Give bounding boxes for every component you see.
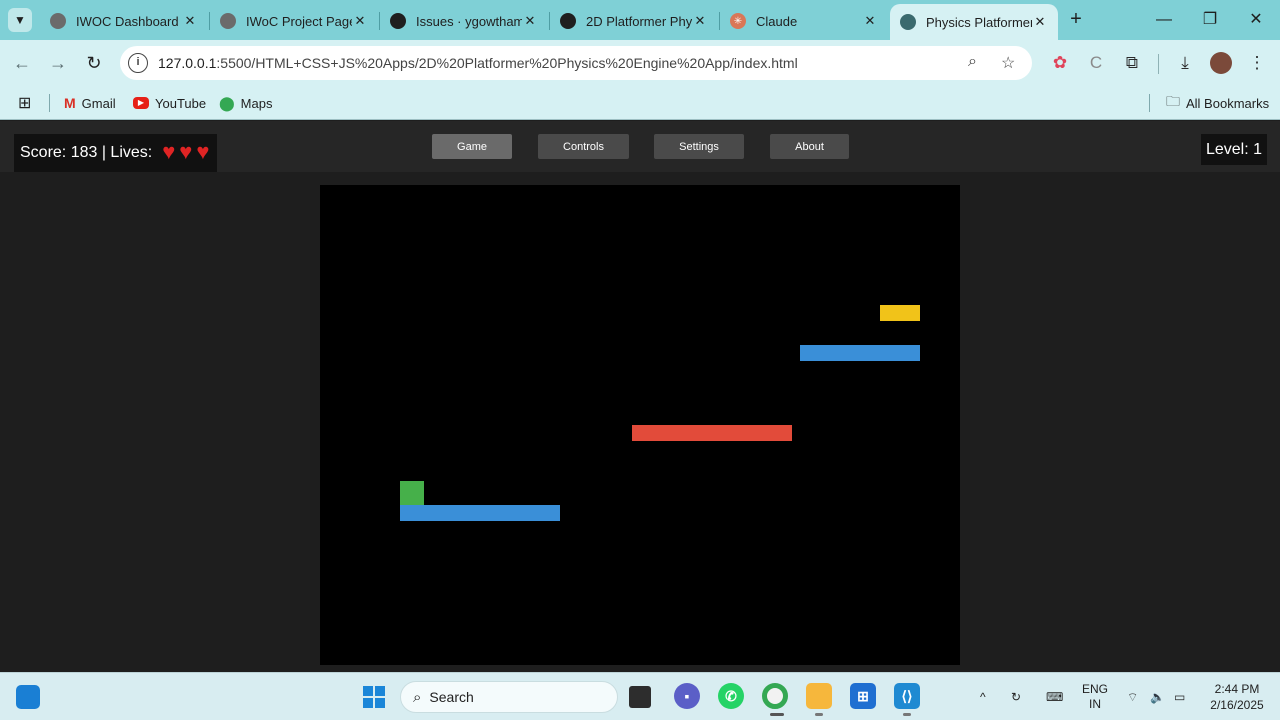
chrome-icon[interactable] bbox=[762, 683, 788, 709]
restore-icon: ❐ bbox=[1202, 11, 1218, 28]
game-header: Score: 183 | Lives: ♥ ♥ ♥ Game Controls Se… bbox=[0, 121, 1280, 172]
reload-icon: ↻ bbox=[86, 53, 102, 73]
plus-icon: + bbox=[1070, 8, 1082, 30]
bookmark-gmail[interactable]: M Gmail bbox=[64, 93, 116, 113]
tray-sync-icon[interactable]: ↻ bbox=[1011, 673, 1021, 720]
ms-store-icon[interactable]: ⊞ bbox=[850, 683, 876, 709]
github-icon bbox=[390, 13, 406, 29]
menu-about-button[interactable]: About bbox=[770, 134, 849, 159]
taskbar-search[interactable]: ⌕ Search bbox=[400, 681, 618, 713]
keyboard-icon[interactable]: ⌨ bbox=[1046, 673, 1063, 720]
windows-logo-icon bbox=[363, 686, 385, 708]
extensions-puzzle-icon[interactable]: ⧉ bbox=[1121, 52, 1143, 74]
globe-icon bbox=[50, 13, 66, 29]
new-tab-button[interactable]: + bbox=[1064, 8, 1088, 32]
zoom-search-icon[interactable]: ⌕ bbox=[968, 53, 977, 71]
teams-icon[interactable]: ▪ bbox=[674, 683, 700, 709]
widgets-icon[interactable] bbox=[16, 685, 40, 709]
address-bar[interactable]: i 127.0.0.1:5500/HTML+CSS+JS%20Apps/2D%2… bbox=[120, 46, 1032, 80]
apps-grid-icon[interactable]: ⊞ bbox=[18, 93, 31, 113]
vscode-icon[interactable]: ⟨⟩ bbox=[894, 683, 920, 709]
claude-icon: ✳ bbox=[730, 13, 746, 29]
language-indicator[interactable]: ENG IN bbox=[1082, 673, 1108, 720]
close-icon: ✕ bbox=[1249, 11, 1263, 28]
menu-game-button[interactable]: Game bbox=[432, 134, 512, 159]
more-menu-icon[interactable]: ⋮ bbox=[1246, 52, 1268, 74]
close-icon[interactable]: ✕ bbox=[182, 13, 198, 29]
back-button[interactable]: ← bbox=[10, 51, 34, 75]
github-icon bbox=[560, 13, 576, 29]
file-explorer-icon[interactable] bbox=[806, 683, 832, 709]
youtube-icon: ▶ bbox=[133, 97, 149, 109]
goal-block bbox=[880, 305, 920, 321]
tab-physics-platformer[interactable]: Physics Platformer ✕ bbox=[890, 4, 1058, 40]
heart-icon: ♥ bbox=[162, 139, 176, 164]
windows-taskbar: ⌕ Search ▪ ✆ ⊞ ⟨⟩ ^ ↻ ⌨ ENG IN ⌔ 🔈 ▭ 2:4… bbox=[0, 672, 1280, 720]
minimize-button[interactable]: — bbox=[1141, 6, 1187, 34]
battery-icon[interactable]: ▭ bbox=[1174, 673, 1185, 720]
platform-upper bbox=[800, 345, 920, 361]
system-clock[interactable]: 2:44 PM 2/16/2025 bbox=[1200, 681, 1274, 713]
wifi-icon[interactable]: ⌔ bbox=[1127, 673, 1138, 720]
task-view-icon[interactable] bbox=[629, 686, 651, 708]
minimize-icon: — bbox=[1156, 11, 1172, 28]
gmail-icon: M bbox=[64, 95, 76, 111]
arrow-left-icon: ← bbox=[13, 53, 31, 73]
url-text[interactable]: 127.0.0.1:5500/HTML+CSS+JS%20Apps/2D%20P… bbox=[158, 55, 798, 71]
bookmark-maps[interactable]: ⬤ Maps bbox=[219, 93, 272, 113]
tray-overflow-icon[interactable]: ^ bbox=[980, 673, 986, 720]
start-button[interactable] bbox=[362, 685, 386, 709]
site-info-icon[interactable]: i bbox=[128, 53, 148, 73]
tab-issues[interactable]: Issues · ygowtham ✕ bbox=[380, 6, 548, 36]
menu-settings-button[interactable]: Settings bbox=[654, 134, 744, 159]
menu-controls-button[interactable]: Controls bbox=[538, 134, 629, 159]
reload-button[interactable]: ↻ bbox=[82, 51, 106, 75]
close-icon[interactable]: ✕ bbox=[352, 13, 368, 29]
platform-start bbox=[400, 505, 560, 521]
bookmark-star-icon[interactable]: ☆ bbox=[1001, 53, 1015, 73]
arrow-right-icon: → bbox=[49, 53, 67, 73]
moving-platform bbox=[632, 425, 792, 441]
close-window-button[interactable]: ✕ bbox=[1233, 6, 1279, 34]
folder-icon: 🗀 bbox=[1166, 93, 1180, 109]
close-icon[interactable]: ✕ bbox=[862, 13, 878, 29]
tab-iwoc-dashboard[interactable]: IWOC Dashboard ✕ bbox=[40, 6, 208, 36]
extension-c-icon[interactable]: C bbox=[1085, 52, 1107, 74]
tab-claude[interactable]: ✳ Claude ✕ bbox=[720, 6, 888, 36]
close-icon[interactable]: ✕ bbox=[1032, 14, 1048, 30]
all-bookmarks[interactable]: 🗀 All Bookmarks bbox=[1166, 93, 1269, 113]
tab-search-button[interactable]: ▼ bbox=[8, 8, 32, 32]
tab-iwoc-project[interactable]: IWoC Project Page ✕ bbox=[210, 6, 378, 36]
close-icon[interactable]: ✕ bbox=[522, 13, 538, 29]
lives-hearts: ♥ ♥ ♥ bbox=[158, 139, 210, 164]
globe-icon bbox=[900, 14, 916, 30]
volume-icon[interactable]: 🔈 bbox=[1150, 673, 1165, 720]
color-extension-icon[interactable]: ✿ bbox=[1049, 52, 1071, 74]
bookmark-youtube[interactable]: ▶ YouTube bbox=[133, 93, 206, 113]
heart-icon: ♥ bbox=[196, 139, 210, 164]
tab-2d-platformer[interactable]: 2D Platformer Phy ✕ bbox=[550, 6, 718, 36]
download-icon[interactable]: ⤓ bbox=[1174, 52, 1196, 74]
globe-icon bbox=[220, 13, 236, 29]
level-display: Level: 1 bbox=[1201, 134, 1267, 165]
close-icon[interactable]: ✕ bbox=[692, 13, 708, 29]
profile-avatar[interactable] bbox=[1210, 52, 1232, 74]
whatsapp-icon[interactable]: ✆ bbox=[718, 683, 744, 709]
tab-strip: ▼ IWOC Dashboard ✕ IWoC Project Page ✕ I… bbox=[0, 0, 1280, 40]
maps-icon: ⬤ bbox=[219, 94, 235, 111]
game-page: Score: 183 | Lives: ♥ ♥ ♥ Game Controls Se… bbox=[0, 121, 1280, 672]
score-lives-display: Score: 183 | Lives: ♥ ♥ ♥ bbox=[14, 134, 218, 172]
search-icon: ⌕ bbox=[413, 688, 422, 706]
heart-icon: ♥ bbox=[179, 139, 193, 164]
restore-button[interactable]: ❐ bbox=[1187, 6, 1233, 34]
bookmarks-bar: ⊞ M Gmail ▶ YouTube ⬤ Maps 🗀 All Bookmar… bbox=[0, 86, 1280, 120]
game-canvas[interactable] bbox=[320, 185, 960, 665]
forward-button[interactable]: → bbox=[46, 51, 70, 75]
player bbox=[400, 481, 424, 505]
browser-toolbar: ← → ↻ i 127.0.0.1:5500/HTML+CSS+JS%20App… bbox=[0, 40, 1280, 86]
chevron-down-icon: ▼ bbox=[14, 13, 26, 27]
